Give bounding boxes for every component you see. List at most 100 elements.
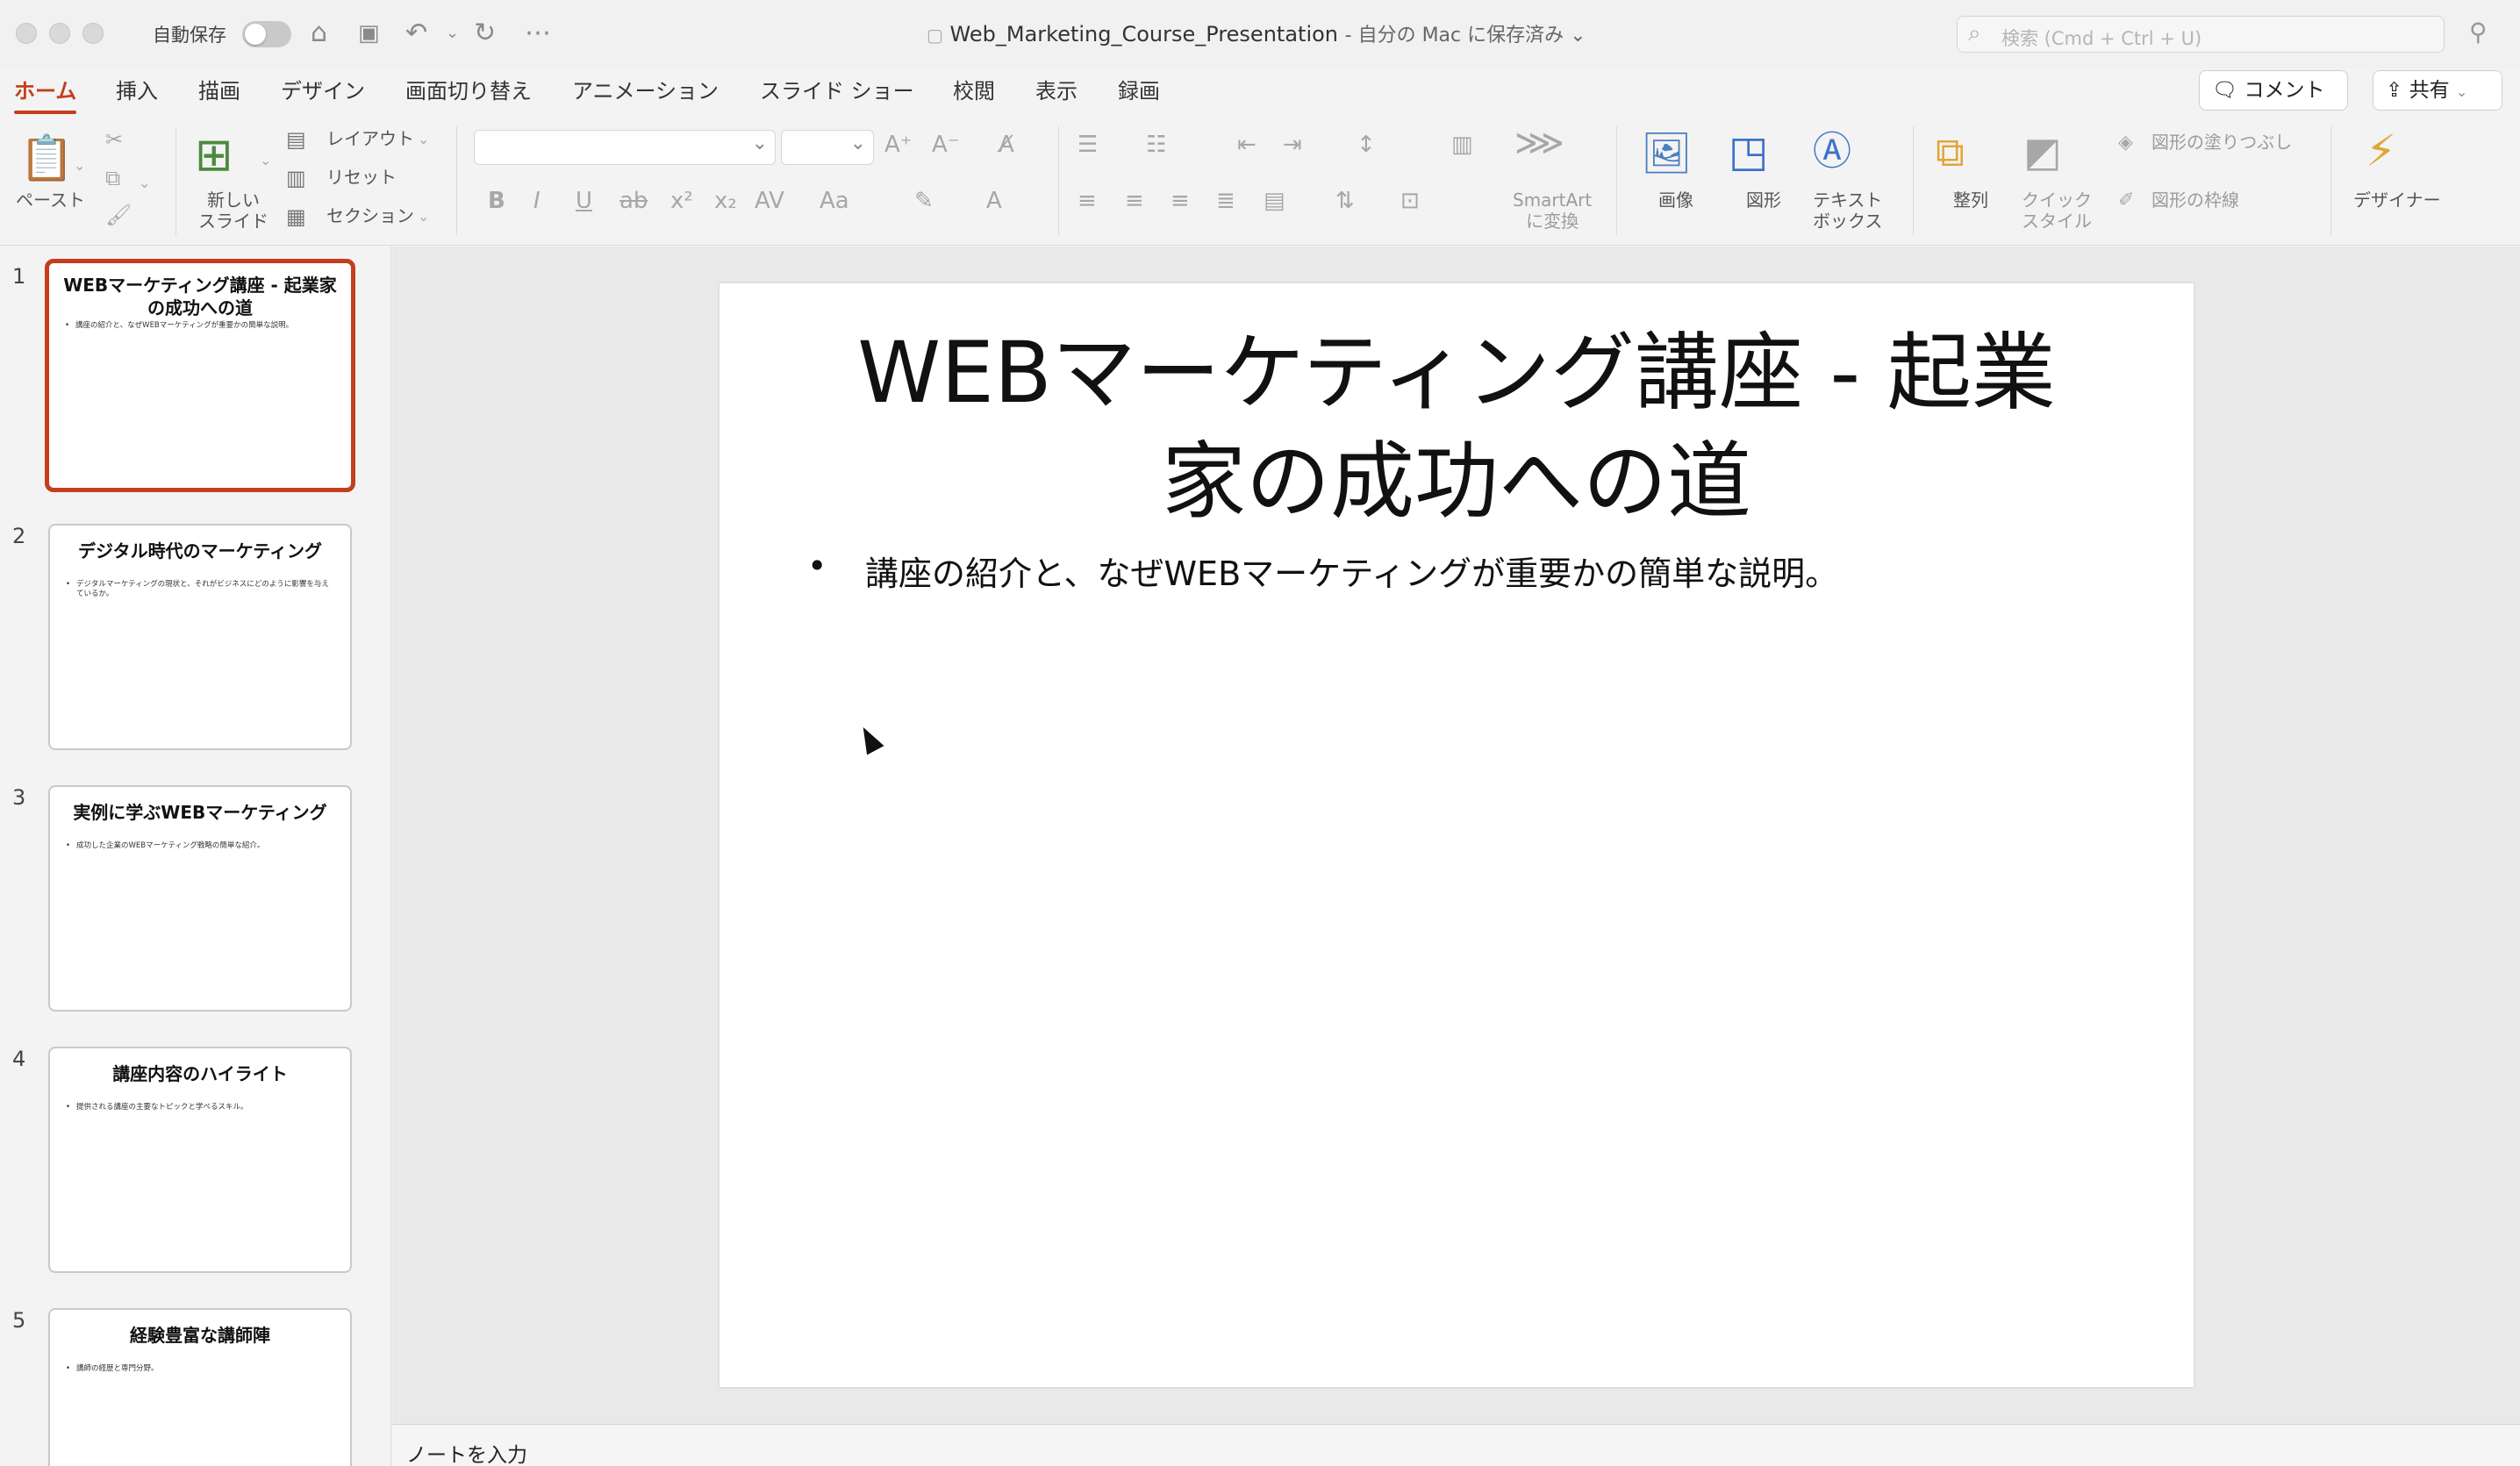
reset-button[interactable]: リセット: [326, 167, 397, 188]
underline-icon[interactable]: U: [576, 188, 592, 214]
align-text-icon[interactable]: ⊡: [1400, 188, 1420, 214]
strikethrough-icon[interactable]: ab: [619, 188, 648, 214]
section-dropdown-icon[interactable]: ⌄: [418, 204, 429, 230]
increase-indent-icon[interactable]: ⇥: [1283, 132, 1302, 158]
quick-styles-label: クイック スタイル: [2022, 190, 2092, 232]
document-title[interactable]: ▢ Web_Marketing_Course_Presentation - 自分…: [927, 19, 1586, 47]
slide-thumbnail-4[interactable]: 講座内容のハイライト 提供される講座の主要なトピックと学べるスキル。: [48, 1047, 352, 1273]
change-case-icon[interactable]: Aa: [820, 188, 849, 214]
save-icon[interactable]: ▣: [358, 16, 380, 51]
new-slide-dropdown-icon[interactable]: ⌄: [260, 147, 271, 174]
slide-number: 2: [12, 524, 26, 548]
tab-insert[interactable]: 挿入: [116, 74, 158, 109]
tab-home[interactable]: ホーム: [14, 74, 77, 114]
zoom-window-button[interactable]: [82, 23, 104, 44]
close-window-button[interactable]: [16, 23, 37, 44]
tab-review[interactable]: 校閲: [953, 74, 995, 109]
tab-design[interactable]: デザイン: [281, 74, 365, 109]
subscript-icon[interactable]: x₂: [714, 188, 737, 214]
reset-icon[interactable]: ▥: [286, 165, 306, 191]
quick-styles-label-line1: クイック: [2022, 190, 2092, 211]
share-button[interactable]: ⇪ 共有 ⌄: [2373, 70, 2502, 111]
slide-thumbnail-5[interactable]: 経験豊富な講師陣 講師の経歴と専門分野。: [48, 1308, 352, 1466]
tab-view[interactable]: 表示: [1035, 74, 1077, 109]
line-spacing-icon[interactable]: ↕: [1357, 132, 1376, 158]
designer-icon[interactable]: ⚡: [2366, 126, 2396, 175]
justify-icon[interactable]: ≣: [1216, 188, 1235, 214]
character-spacing-icon[interactable]: AV: [755, 188, 784, 214]
more-icon[interactable]: ⋯: [525, 16, 551, 51]
account-icon[interactable]: ⚲: [2469, 18, 2488, 46]
slide-body-bullet[interactable]: 講座の紹介と、なぜWEBマーケティングが重要かの簡単な説明。: [807, 547, 1838, 595]
paste-icon[interactable]: 📋: [19, 133, 74, 182]
thumbnail-bullet: 提供される講座の主要なトピックと学べるスキル。: [66, 1103, 334, 1112]
minimize-window-button[interactable]: [49, 23, 70, 44]
tab-transitions[interactable]: 画面切り替え: [405, 74, 532, 109]
slide-thumbnail-2[interactable]: デジタル時代のマーケティング デジタルマーケティングの現状と、それがビジネスにど…: [48, 524, 352, 750]
shape-outline-button[interactable]: 図形の枠線: [2151, 190, 2239, 211]
numbering-icon[interactable]: ☷: [1146, 132, 1166, 158]
home-icon[interactable]: ⌂: [311, 16, 327, 51]
picture-icon[interactable]: 🖼: [1641, 130, 1692, 175]
copy-dropdown-icon[interactable]: ⌄: [139, 170, 150, 197]
font-size-select[interactable]: [781, 130, 874, 165]
bullets-icon[interactable]: ☰: [1077, 132, 1098, 158]
slide-title[interactable]: WEBマーケティング講座 - 起業 家の成功への道: [772, 318, 2141, 536]
shapes-icon[interactable]: ◳: [1729, 128, 1768, 175]
tab-slideshow[interactable]: スライド ショー: [760, 74, 914, 109]
align-center-icon[interactable]: ≡: [1125, 188, 1144, 214]
undo-icon[interactable]: ↶: [405, 16, 427, 51]
current-slide[interactable]: WEBマーケティング講座 - 起業 家の成功への道 講座の紹介と、なぜWEBマー…: [719, 283, 2194, 1387]
section-button[interactable]: セクション: [326, 205, 414, 226]
section-icon[interactable]: ▦: [286, 204, 306, 230]
search-box[interactable]: ⌕ 検索 (Cmd + Ctrl + U): [1957, 16, 2445, 53]
textbox-icon[interactable]: Ⓐ: [1813, 128, 1851, 175]
increase-font-size-icon[interactable]: A⁺: [884, 132, 913, 158]
distributed-icon[interactable]: ▤: [1264, 188, 1285, 214]
shape-fill-button[interactable]: 図形の塗りつぶし: [2151, 132, 2292, 153]
clear-formatting-icon[interactable]: A̸: [999, 132, 1014, 158]
layout-dropdown-icon[interactable]: ⌄: [418, 126, 429, 153]
tab-animations[interactable]: アニメーション: [572, 74, 719, 109]
smartart-label-line2: に変換: [1526, 211, 1579, 232]
quick-styles-icon[interactable]: ◩: [2023, 128, 2061, 175]
document-save-status: - 自分の Mac に保存済み ⌄: [1344, 25, 1586, 46]
align-left-icon[interactable]: ≡: [1077, 188, 1097, 214]
paste-dropdown-icon[interactable]: ⌄: [74, 153, 85, 179]
align-right-icon[interactable]: ≡: [1171, 188, 1190, 214]
autosave-label: 自動保存: [153, 25, 226, 46]
comment-button[interactable]: 🗨 コメント: [2199, 70, 2348, 111]
search-icon: ⌕: [1968, 20, 1981, 46]
font-name-select[interactable]: [474, 130, 776, 165]
notes-pane[interactable]: ノートを入力: [392, 1424, 2520, 1466]
columns-icon[interactable]: ▥: [1451, 132, 1473, 158]
layout-button[interactable]: レイアウト: [326, 128, 414, 149]
font-color-icon[interactable]: A: [986, 188, 1002, 214]
thumbnail-title: WEBマーケティング講座 - 起業家の成功への道: [63, 275, 337, 318]
tab-draw[interactable]: 描画: [198, 74, 240, 109]
italic-icon[interactable]: I: [533, 188, 541, 214]
shape-fill-icon[interactable]: ◈: [2118, 130, 2133, 156]
ribbon-tabs: ホーム 挿入 描画 デザイン 画面切り替え アニメーション スライド ショー 校…: [0, 68, 2520, 121]
shape-outline-icon[interactable]: ✐: [2118, 188, 2134, 214]
text-direction-icon[interactable]: ⇅: [1335, 188, 1355, 214]
copy-icon[interactable]: ⧉: [105, 165, 120, 191]
layout-icon[interactable]: ▤: [286, 126, 306, 153]
slide-thumbnail-1[interactable]: WEBマーケティング講座 - 起業家の成功への道 講座の紹介と、なぜWEBマーケ…: [45, 259, 355, 492]
redo-icon[interactable]: ↻: [474, 16, 496, 51]
decrease-font-size-icon[interactable]: A⁻: [932, 132, 960, 158]
arrange-icon[interactable]: ⧉: [1936, 128, 1965, 175]
new-slide-icon[interactable]: ⊞: [195, 130, 233, 181]
slide-thumbnail-3[interactable]: 実例に学ぶWEBマーケティング 成功した企業のWEBマーケティング戦略の簡単な紹…: [48, 785, 352, 1012]
bold-icon[interactable]: B: [488, 188, 505, 214]
cut-icon[interactable]: ✂: [105, 126, 123, 153]
highlight-color-icon[interactable]: ✎: [914, 188, 934, 214]
autosave-toggle[interactable]: [242, 21, 291, 47]
superscript-icon[interactable]: x²: [670, 188, 693, 214]
ribbon-separator: [1913, 126, 1914, 235]
format-painter-icon[interactable]: 🖌: [105, 202, 132, 228]
smartart-icon[interactable]: ⋙: [1514, 125, 1564, 161]
tab-record[interactable]: 録画: [1118, 74, 1160, 109]
undo-dropdown-icon[interactable]: ⌄: [446, 16, 459, 51]
decrease-indent-icon[interactable]: ⇤: [1237, 132, 1256, 158]
